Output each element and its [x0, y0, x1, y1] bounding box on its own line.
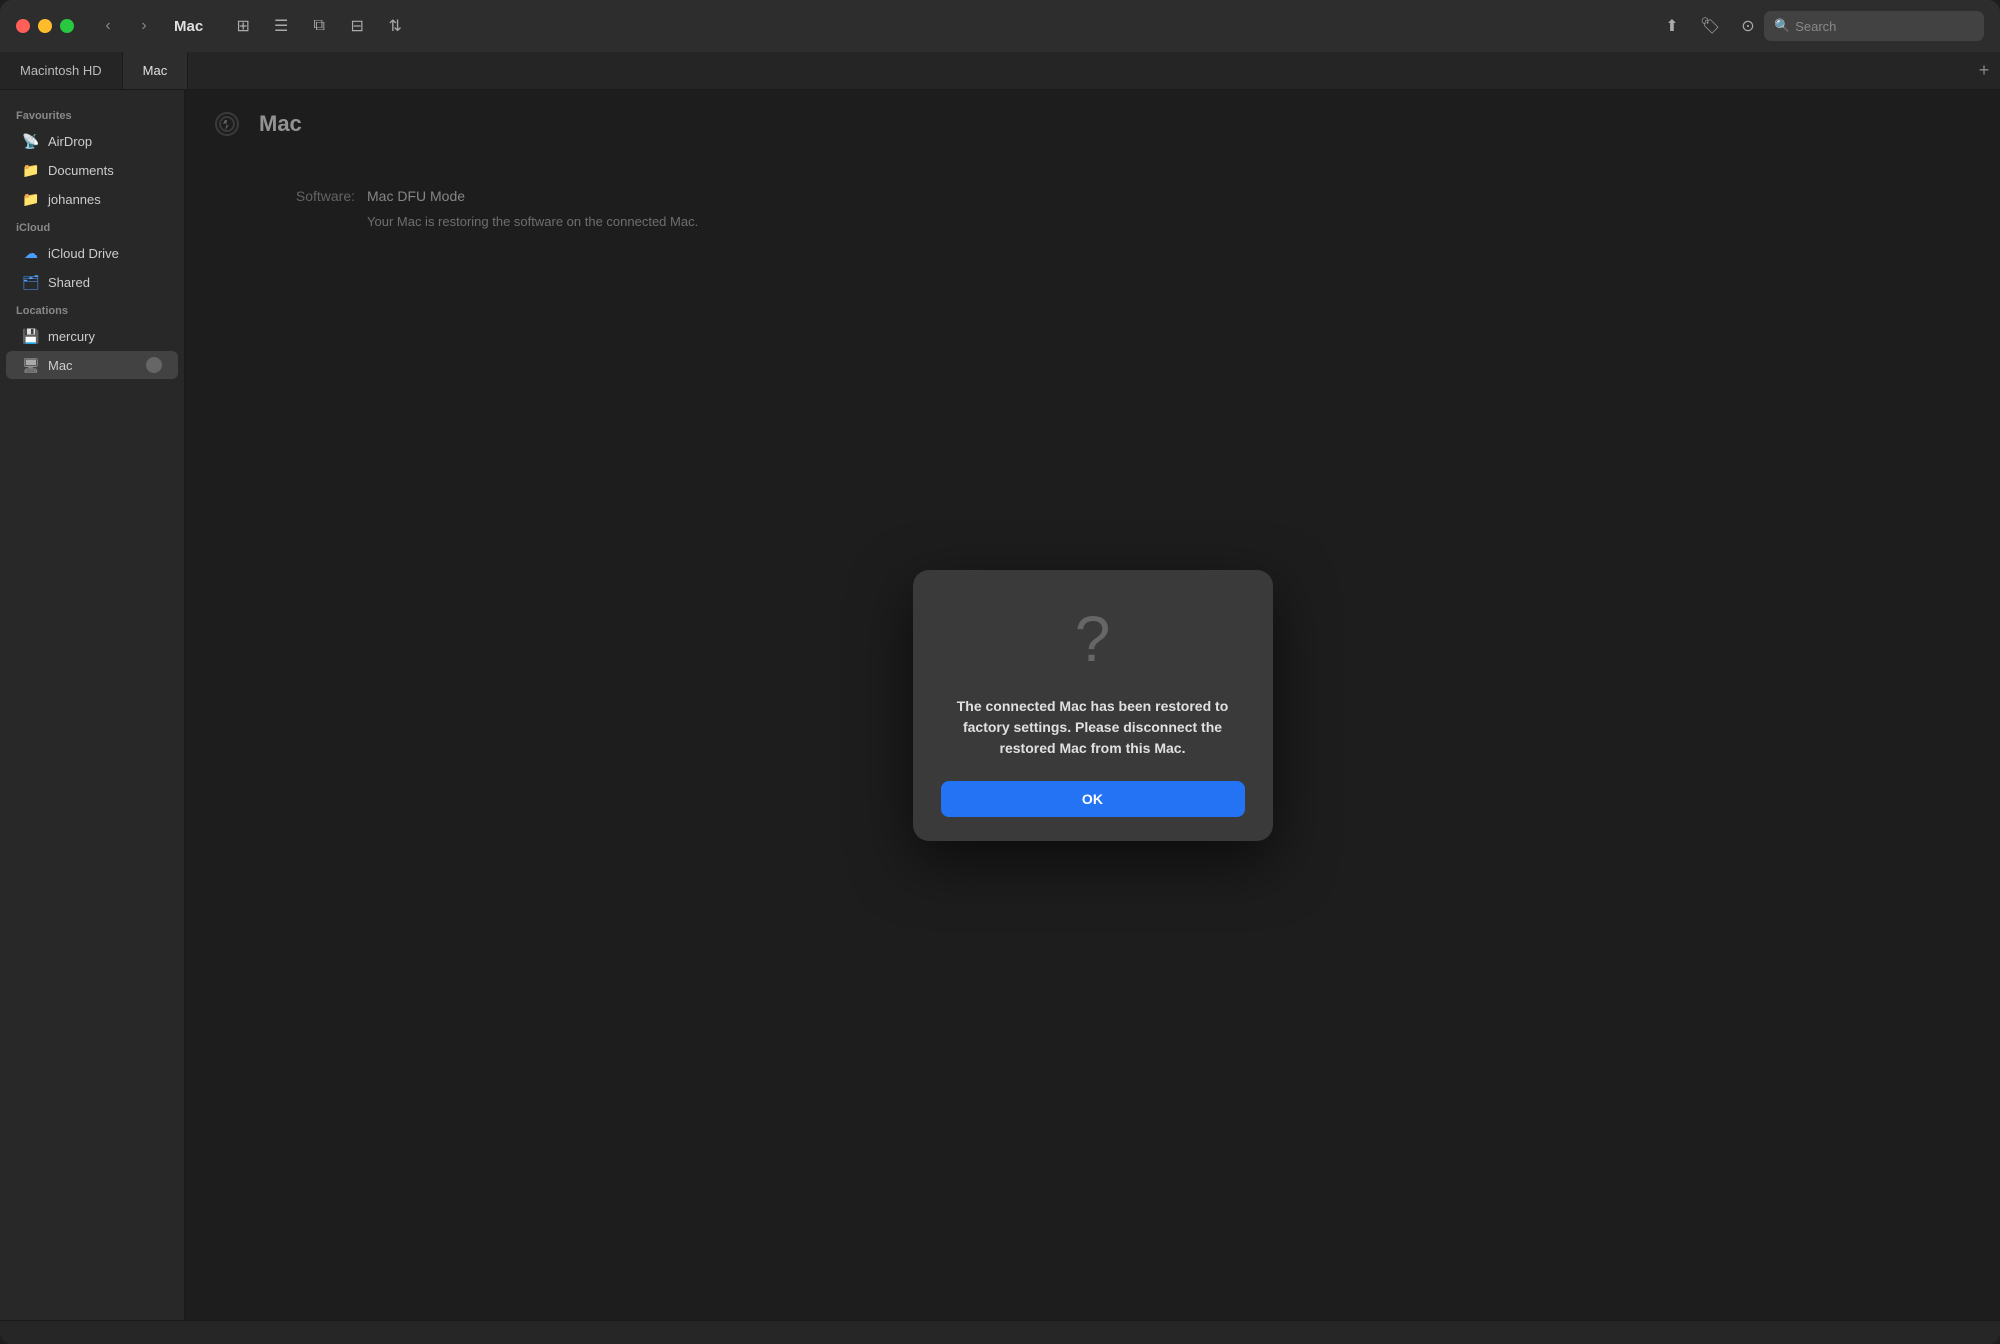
window-title: Mac	[174, 18, 203, 35]
view-gallery-button[interactable]: ⊟	[341, 10, 373, 42]
bottom-bar	[0, 1320, 2000, 1344]
search-bar[interactable]: 🔍	[1764, 11, 1984, 41]
tab-macintosh-hd[interactable]: Macintosh HD	[0, 52, 123, 89]
main-area: Favourites 📡 AirDrop 📁 Documents 📁 johan…	[0, 90, 2000, 1320]
arrange-button[interactable]: ⇅	[379, 10, 411, 42]
mac-icon: 🖥	[22, 356, 40, 374]
titlebar: ‹ › Mac ⊞ ☰ ⧉ ⊟ ⇅ ⬆ 🏷 ⊙ 🔍	[0, 0, 2000, 52]
sidebar-item-airdrop[interactable]: 📡 AirDrop	[6, 127, 178, 155]
sidebar-item-mercury-label: mercury	[48, 329, 162, 344]
icloud-drive-icon: ☁	[22, 244, 40, 262]
view-grid-button[interactable]: ⊞	[227, 10, 259, 42]
sidebar-item-shared-label: Shared	[48, 275, 162, 290]
sidebar-section-favourites: Favourites	[0, 102, 184, 126]
sidebar-item-icloud-drive-label: iCloud Drive	[48, 246, 162, 261]
sidebar-item-shared[interactable]: 🗂 Shared	[6, 268, 178, 296]
tab-add-button[interactable]: +	[1968, 52, 2000, 89]
sidebar-item-mercury[interactable]: 💾 mercury	[6, 322, 178, 350]
johannes-icon: 📁	[22, 190, 40, 208]
sidebar-item-icloud-drive[interactable]: ☁ iCloud Drive	[6, 239, 178, 267]
tags-button[interactable]: 🏷	[1694, 10, 1726, 42]
sidebar-item-documents-label: Documents	[48, 163, 162, 178]
maximize-button[interactable]	[60, 19, 74, 33]
airdrop-icon: 📡	[22, 132, 40, 150]
mercury-icon: 💾	[22, 327, 40, 345]
mac-spinner	[146, 357, 162, 373]
modal-message: The connected Mac has been restored to f…	[941, 696, 1245, 759]
sidebar-item-documents[interactable]: 📁 Documents	[6, 156, 178, 184]
modal-question-icon: ?	[1075, 602, 1111, 676]
modal-ok-button[interactable]: OK	[941, 781, 1245, 817]
close-button[interactable]	[16, 19, 30, 33]
search-input[interactable]	[1795, 19, 1974, 34]
finder-window: ‹ › Mac ⊞ ☰ ⧉ ⊟ ⇅ ⬆ 🏷 ⊙ 🔍 Macintosh HD M…	[0, 0, 2000, 1344]
sidebar-item-mac[interactable]: 🖥 Mac	[6, 351, 178, 379]
view-list-button[interactable]: ☰	[265, 10, 297, 42]
forward-button[interactable]: ›	[130, 12, 158, 40]
shared-icon: 🗂	[22, 273, 40, 291]
modal-dialog: ? The connected Mac has been restored to…	[913, 570, 1273, 841]
modal-overlay: ? The connected Mac has been restored to…	[185, 90, 2000, 1320]
sidebar-section-icloud: iCloud	[0, 214, 184, 238]
search-icon: 🔍	[1774, 18, 1790, 34]
sidebar-section-locations: Locations	[0, 297, 184, 321]
options-button[interactable]: ⊙	[1732, 10, 1764, 42]
documents-icon: 📁	[22, 161, 40, 179]
share-button[interactable]: ⬆	[1656, 10, 1688, 42]
nav-buttons: ‹ ›	[94, 12, 158, 40]
toolbar: ⊞ ☰ ⧉ ⊟ ⇅ ⬆ 🏷 ⊙	[227, 10, 1764, 42]
traffic-lights	[16, 19, 74, 33]
content-area: Mac Software: Mac DFU Mode Your Mac is r…	[185, 90, 2000, 1320]
tabbar: Macintosh HD Mac +	[0, 52, 2000, 90]
sidebar-item-johannes-label: johannes	[48, 192, 162, 207]
minimize-button[interactable]	[38, 19, 52, 33]
sidebar-item-johannes[interactable]: 📁 johannes	[6, 185, 178, 213]
back-button[interactable]: ‹	[94, 12, 122, 40]
tab-mac[interactable]: Mac	[123, 52, 189, 89]
sidebar: Favourites 📡 AirDrop 📁 Documents 📁 johan…	[0, 90, 185, 1320]
view-columns-button[interactable]: ⧉	[303, 10, 335, 42]
sidebar-item-mac-label: Mac	[48, 358, 146, 373]
sidebar-item-airdrop-label: AirDrop	[48, 134, 162, 149]
